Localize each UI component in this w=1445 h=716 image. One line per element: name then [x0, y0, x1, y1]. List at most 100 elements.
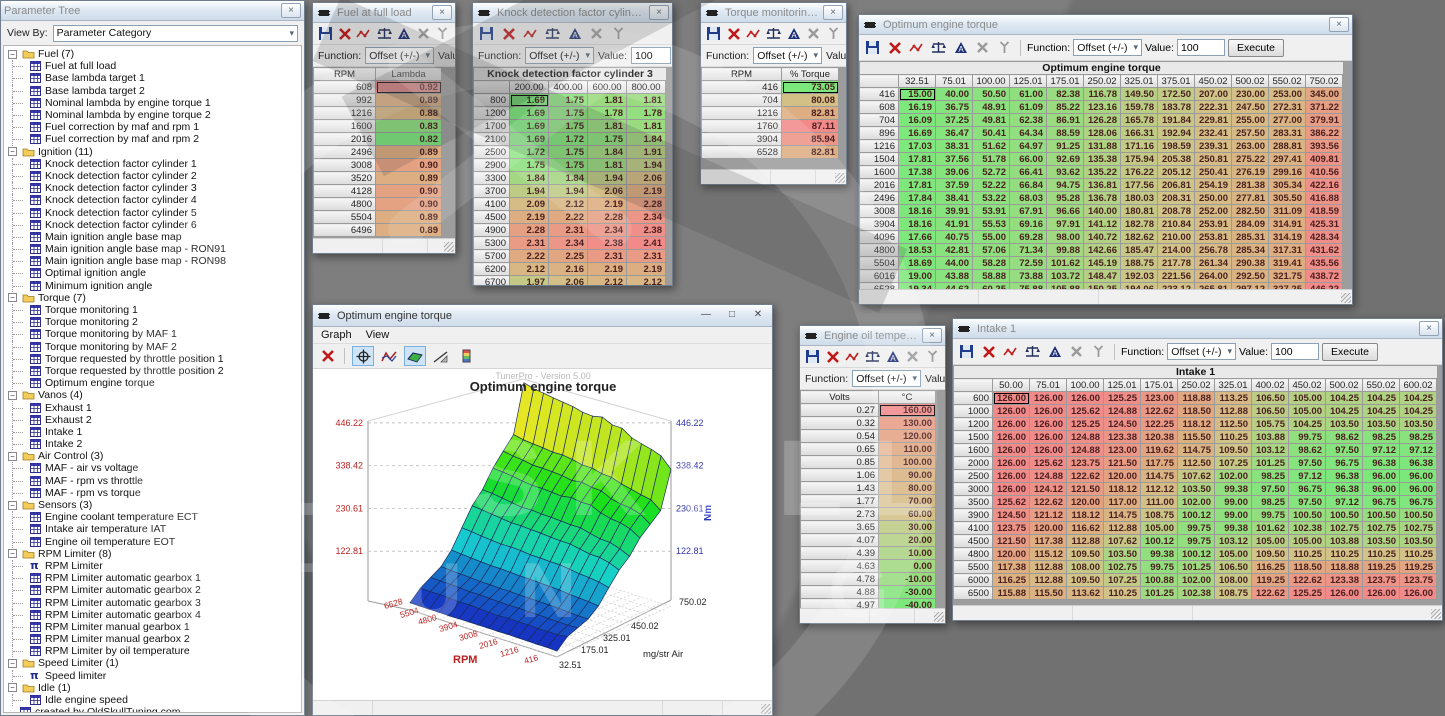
table-cell[interactable]: 1.97	[510, 276, 549, 286]
row-header[interactable]: 2500	[474, 146, 510, 159]
table-cell[interactable]: 67.91	[1010, 205, 1047, 218]
table-cell[interactable]: 2.34	[588, 224, 627, 237]
table-cell[interactable]: 101.62	[1252, 522, 1289, 535]
table-cell[interactable]: 2.28	[588, 211, 627, 224]
table-cell[interactable]: 299.16	[1269, 166, 1306, 179]
oil-titlebar[interactable]: Engine oil temperatu... ×	[800, 326, 945, 346]
compare-a-icon[interactable]: A	[395, 25, 412, 43]
table-cell[interactable]: 379.91	[1306, 114, 1343, 127]
column-header[interactable]: 500.02	[1326, 379, 1363, 392]
column-header[interactable]: 400.02	[1252, 379, 1289, 392]
table-cell[interactable]: 99.38	[1215, 483, 1252, 496]
surface-chart-icon[interactable]	[404, 346, 426, 366]
table-cell[interactable]: 126.00	[1363, 587, 1400, 600]
table-cell[interactable]: 110.25	[1104, 587, 1141, 600]
table-cell[interactable]: -40.00	[879, 599, 936, 609]
table-cell[interactable]: 110.00	[879, 443, 936, 456]
tree-item[interactable]: Nominal lambda by engine torque 2	[8, 109, 301, 121]
table-cell[interactable]: 314.19	[1269, 231, 1306, 244]
tree-item[interactable]: RPM Limiter automatic gearbox 3	[8, 596, 301, 608]
table-cell[interactable]: 120.00	[1104, 470, 1141, 483]
table-cell[interactable]: 99.00	[1215, 496, 1252, 509]
table-cell[interactable]: 124.50	[993, 509, 1030, 522]
table-cell[interactable]: 136.78	[1084, 192, 1121, 205]
table-cell[interactable]: 1.69	[510, 94, 549, 107]
table-cell[interactable]: 1.75	[549, 146, 588, 159]
row-header[interactable]: 3904	[702, 133, 782, 146]
table-cell[interactable]: 281.38	[1232, 179, 1269, 192]
table-cell[interactable]: 100.12	[1141, 535, 1178, 548]
row-header[interactable]: 1200	[954, 418, 993, 431]
table-cell[interactable]: 38.31	[936, 140, 973, 153]
table-cell[interactable]: 73.88	[1010, 270, 1047, 283]
table-cell[interactable]: 69.28	[1010, 231, 1047, 244]
graph-titlebar[interactable]: Optimum engine torque — □ ✕	[313, 305, 772, 327]
table-cell[interactable]: 111.00	[1141, 496, 1178, 509]
value-input[interactable]	[631, 47, 671, 64]
table-cell[interactable]: 221.56	[1158, 270, 1195, 283]
close-icon[interactable]: ×	[1419, 321, 1439, 336]
column-header[interactable]: 32.51	[899, 75, 936, 88]
table-cell[interactable]: 2.06	[549, 276, 588, 286]
table-cell[interactable]: 39.06	[936, 166, 973, 179]
table-cell[interactable]: 58.28	[973, 257, 1010, 270]
table-cell[interactable]: 104.25	[1400, 392, 1437, 405]
row-header[interactable]: 5700	[474, 250, 510, 263]
table-cell[interactable]: 252.00	[1195, 205, 1232, 218]
table-cell[interactable]: 145.19	[1084, 257, 1121, 270]
resize-grip[interactable]	[835, 173, 845, 183]
table-cell[interactable]: 124.88	[1067, 444, 1104, 457]
table-cell[interactable]: 0.90	[376, 198, 442, 211]
row-header[interactable]: 3000	[954, 483, 993, 496]
maximize-icon[interactable]: □	[721, 308, 743, 323]
table-cell[interactable]: 185.47	[1121, 244, 1158, 257]
intake-titlebar[interactable]: Intake 1 ×	[953, 319, 1442, 339]
save-icon[interactable]	[317, 25, 334, 43]
column-header[interactable]: 175.01	[1141, 379, 1178, 392]
save-icon[interactable]	[957, 343, 976, 361]
compare-scales-icon[interactable]	[543, 25, 562, 43]
table-cell[interactable]: 431.62	[1306, 244, 1343, 257]
tree-item[interactable]: Fuel at full load	[8, 60, 301, 72]
table-cell[interactable]: 100.12	[1178, 509, 1215, 522]
tree-item[interactable]: Fuel correction by maf and rpm 2	[8, 133, 301, 145]
table-cell[interactable]: 53.91	[973, 205, 1010, 218]
table-cell[interactable]: 1.72	[549, 133, 588, 146]
table-cell[interactable]: 319.41	[1269, 257, 1306, 270]
row-header[interactable]: 0.85	[801, 456, 879, 469]
table-cell[interactable]: 95.28	[1047, 192, 1084, 205]
function-select[interactable]: Offset (+/-)▾	[1167, 343, 1236, 360]
column-header[interactable]: 125.01	[1104, 379, 1141, 392]
row-header[interactable]: 4500	[474, 211, 510, 224]
table-cell[interactable]: 96.38	[1363, 457, 1400, 470]
row-header[interactable]: 4500	[954, 535, 993, 548]
row-header[interactable]: 4800	[954, 548, 993, 561]
tree-item[interactable]: Knock detection factor cylinder 5	[8, 206, 301, 218]
delete-icon[interactable]	[499, 25, 518, 43]
table-cell[interactable]: 2.22	[549, 211, 588, 224]
compare-scales-icon[interactable]	[1023, 343, 1042, 361]
table-cell[interactable]: 159.78	[1121, 101, 1158, 114]
table-cell[interactable]: 140.00	[1084, 205, 1121, 218]
table-cell[interactable]: 418.59	[1306, 205, 1343, 218]
trace-icon[interactable]	[844, 348, 861, 366]
table-cell[interactable]: 100.12	[1178, 548, 1215, 561]
table-cell[interactable]: 125.62	[1067, 405, 1104, 418]
tree-group[interactable]: − Sensors (3)	[8, 499, 301, 511]
table-cell[interactable]: 239.31	[1195, 140, 1232, 153]
table-cell[interactable]: 122.62	[1289, 574, 1326, 587]
table-cell[interactable]: 1.81	[588, 159, 627, 172]
table-cell[interactable]: 100.88	[1141, 574, 1178, 587]
table-cell[interactable]: 97.50	[1326, 444, 1363, 457]
table-cell[interactable]: 106.50	[1215, 561, 1252, 574]
row-header[interactable]: 4.97	[801, 599, 879, 609]
table-cell[interactable]: 107.62	[1104, 535, 1141, 548]
view-by-select[interactable]: Parameter Category ▾	[53, 25, 298, 42]
table-cell[interactable]: 253.81	[1195, 231, 1232, 244]
table-cell[interactable]: 125.62	[993, 496, 1030, 509]
delete-icon[interactable]	[337, 25, 354, 43]
table-cell[interactable]: 172.50	[1158, 88, 1195, 101]
table-cell[interactable]: 126.00	[993, 431, 1030, 444]
table-cell[interactable]: 2.09	[510, 198, 549, 211]
table-cell[interactable]: 409.81	[1306, 153, 1343, 166]
